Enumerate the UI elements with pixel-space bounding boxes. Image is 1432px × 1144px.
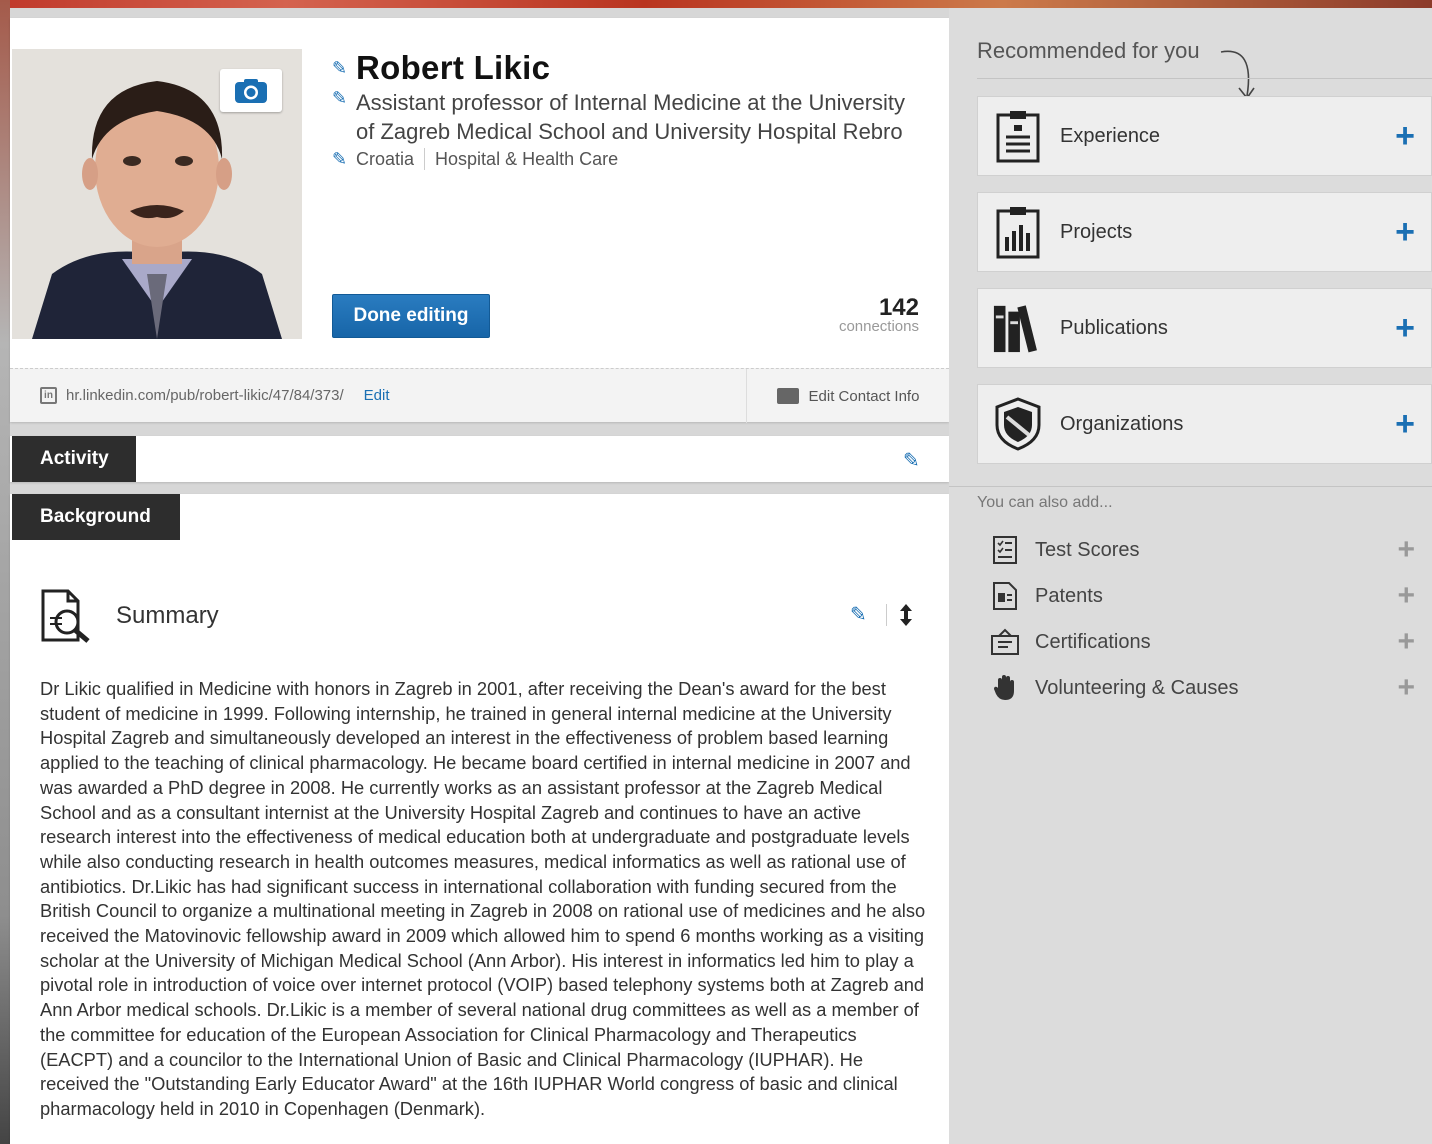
profile-headline: Assistant professor of Internal Medicine… [356, 90, 906, 144]
add-test-scores-plus-icon[interactable]: + [1397, 533, 1415, 567]
also-add-item-certifications[interactable]: Certifications + [989, 624, 1429, 660]
experience-icon [992, 108, 1044, 164]
add-organizations-plus-icon[interactable]: + [1395, 407, 1415, 441]
publications-label: Publications [1060, 316, 1168, 339]
profile-footer: in hr.linkedin.com/pub/robert-likic/47/8… [10, 368, 949, 423]
test-scores-label: Test Scores [1035, 538, 1140, 561]
change-photo-button[interactable] [220, 69, 282, 112]
also-add-item-patents[interactable]: Patents + [989, 578, 1429, 614]
profile-location: Croatia [356, 148, 415, 169]
add-projects-plus-icon[interactable]: + [1395, 215, 1415, 249]
camera-icon [235, 78, 267, 103]
activity-tab[interactable]: Activity [12, 436, 136, 482]
background-left-edge [0, 0, 10, 1144]
volunteering-icon [989, 672, 1021, 704]
connections-count-block[interactable]: 142 connections [838, 294, 919, 335]
edit-headline-pencil-icon[interactable]: ✎ [332, 88, 356, 146]
background-section: Background Summary ✎ Dr Likic qualified … [10, 494, 949, 1144]
projects-label: Projects [1060, 220, 1133, 243]
profile-card: ✎ Robert Likic ✎ Assistant professor of … [10, 18, 949, 423]
summary-icon [41, 589, 90, 643]
summary-actions: ✎ [850, 602, 913, 627]
contact-card-icon [776, 388, 799, 404]
patents-icon [989, 580, 1021, 612]
edit-location-pencil-icon[interactable]: ✎ [332, 149, 356, 170]
add-certifications-plus-icon[interactable]: + [1397, 625, 1415, 659]
organizations-label: Organizations [1060, 412, 1184, 435]
summary-header: Summary [40, 588, 219, 644]
reorder-arrows-icon[interactable] [899, 603, 913, 626]
right-sidebar: Recommended for you Experience + Project… [949, 8, 1432, 1144]
recommended-item-projects[interactable]: Projects + [977, 192, 1432, 272]
also-add-title: You can also add... [977, 494, 1113, 511]
recommended-item-publications[interactable]: Publications + [977, 288, 1432, 368]
edit-contact-info-label: Edit Contact Info [808, 387, 920, 405]
edit-name-pencil-icon[interactable]: ✎ [332, 58, 356, 79]
also-add-divider [949, 486, 1432, 487]
background-top-strip [0, 0, 1432, 8]
edit-url-link[interactable]: Edit [364, 387, 390, 404]
add-publications-plus-icon[interactable]: + [1395, 311, 1415, 345]
recommended-title: Recommended for you [977, 38, 1200, 63]
linkedin-icon: in [40, 387, 57, 404]
organizations-icon [992, 396, 1044, 452]
activity-section: Activity ✎ [10, 436, 949, 482]
location-separator [424, 148, 426, 170]
certifications-label: Certifications [1035, 630, 1151, 653]
edit-summary-pencil-icon[interactable]: ✎ [850, 602, 874, 627]
profile-name: Robert Likic [356, 49, 551, 86]
profile-identity: ✎ Robert Likic ✎ Assistant professor of … [332, 49, 932, 170]
certifications-icon [989, 626, 1021, 658]
curved-arrow-icon [1220, 50, 1255, 100]
main-column: ✎ Robert Likic ✎ Assistant professor of … [10, 18, 949, 1144]
public-profile-url[interactable]: hr.linkedin.com/pub/robert-likic/47/84/3… [66, 387, 344, 404]
projects-icon [992, 204, 1044, 260]
also-add-item-test-scores[interactable]: Test Scores + [989, 532, 1429, 568]
background-tab[interactable]: Background [12, 494, 180, 540]
public-url-area: in hr.linkedin.com/pub/robert-likic/47/8… [40, 387, 390, 404]
summary-title: Summary [116, 602, 219, 629]
also-add-item-volunteering[interactable]: Volunteering & Causes + [989, 670, 1429, 706]
publications-icon [992, 300, 1044, 356]
recommended-divider [977, 78, 1432, 79]
summary-text: Dr Likic qualified in Medicine with hono… [40, 678, 926, 1119]
done-editing-button[interactable]: Done editing [332, 294, 490, 338]
summary-actions-separator [886, 603, 887, 626]
experience-label: Experience [1060, 124, 1161, 147]
edit-activity-pencil-icon[interactable]: ✎ [903, 448, 927, 473]
connections-label: connections [838, 318, 919, 335]
connections-count: 142 [878, 294, 919, 321]
test-scores-icon [989, 534, 1021, 566]
add-patents-plus-icon[interactable]: + [1397, 579, 1415, 613]
recommended-item-organizations[interactable]: Organizations + [977, 384, 1432, 464]
edit-contact-info-button[interactable]: Edit Contact Info [746, 369, 949, 423]
add-experience-plus-icon[interactable]: + [1395, 119, 1415, 153]
recommended-item-experience[interactable]: Experience + [977, 96, 1432, 176]
add-volunteering-plus-icon[interactable]: + [1397, 671, 1415, 705]
profile-industry: Hospital & Health Care [435, 148, 619, 169]
volunteering-label: Volunteering & Causes [1035, 676, 1239, 699]
profile-photo[interactable] [12, 49, 302, 339]
patents-label: Patents [1035, 584, 1103, 607]
